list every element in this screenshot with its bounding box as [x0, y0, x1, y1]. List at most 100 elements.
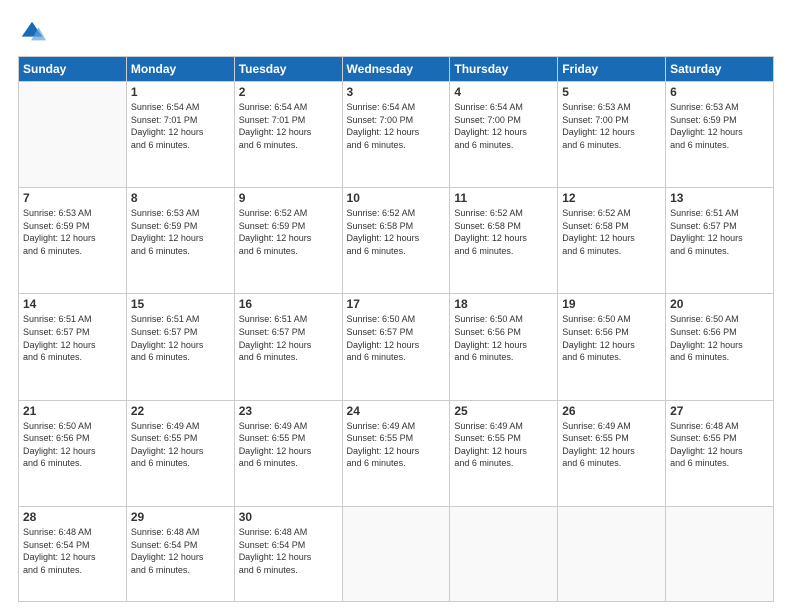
day-info: Sunrise: 6:54 AM Sunset: 7:01 PM Dayligh… — [131, 101, 230, 151]
day-info: Sunrise: 6:53 AM Sunset: 6:59 PM Dayligh… — [23, 207, 122, 257]
calendar-cell: 11 Sunrise: 6:52 AM Sunset: 6:58 PM Dayli… — [450, 188, 558, 294]
calendar-cell: 14 Sunrise: 6:51 AM Sunset: 6:57 PM Dayli… — [19, 294, 127, 400]
calendar-cell: 16Sunrise: 6:51 AM Sunset: 6:57 PM Dayli… — [234, 294, 342, 400]
calendar-cell: 18Sunrise: 6:50 AM Sunset: 6:56 PM Dayli… — [450, 294, 558, 400]
day-number: 27 — [670, 404, 769, 418]
day-number: 8 — [131, 191, 230, 205]
day-info: Sunrise: 6:52 AM Sunset: 6:58 PM Dayligh… — [347, 207, 446, 257]
day-number: 4 — [454, 85, 553, 99]
calendar-cell: 19 Sunrise: 6:50 AM Sunset: 6:56 PM Dayli… — [558, 294, 666, 400]
day-number: 24 — [347, 404, 446, 418]
day-info: Sunrise: 6:50 AM Sunset: 6:56 PM Dayligh… — [23, 420, 122, 470]
day-number: 18 — [454, 297, 553, 311]
day-number: 20 — [670, 297, 769, 311]
calendar-cell — [450, 506, 558, 601]
day-number: 14 — [23, 297, 122, 311]
day-number: 22 — [131, 404, 230, 418]
day-number: 13 — [670, 191, 769, 205]
day-number: 28 — [23, 510, 122, 524]
calendar-table: SundayMondayTuesdayWednesdayThursdayFrid… — [18, 56, 774, 602]
day-number: 30 — [239, 510, 338, 524]
day-number: 6 — [670, 85, 769, 99]
day-info: Sunrise: 6:52 AM Sunset: 6:59 PM Dayligh… — [239, 207, 338, 257]
calendar-cell: 30 Sunrise: 6:48 AM Sunset: 6:54 PM Dayli… — [234, 506, 342, 601]
header — [18, 18, 774, 46]
calendar-cell: 5Sunrise: 6:53 AM Sunset: 7:00 PM Daylig… — [558, 82, 666, 188]
day-info: Sunrise: 6:54 AM Sunset: 7:01 PM Dayligh… — [239, 101, 338, 151]
calendar-week-5: 28 Sunrise: 6:48 AM Sunset: 6:54 PM Dayli… — [19, 506, 774, 601]
calendar-cell — [19, 82, 127, 188]
day-info: Sunrise: 6:53 AM Sunset: 6:59 PM Dayligh… — [670, 101, 769, 151]
day-info: Sunrise: 6:49 AM Sunset: 6:55 PM Dayligh… — [239, 420, 338, 470]
day-info: Sunrise: 6:50 AM Sunset: 6:56 PM Dayligh… — [562, 313, 661, 363]
calendar-cell: 20 Sunrise: 6:50 AM Sunset: 6:56 PM Dayli… — [666, 294, 774, 400]
day-header-monday: Monday — [126, 57, 234, 82]
calendar-cell: 6 Sunrise: 6:53 AM Sunset: 6:59 PM Daylig… — [666, 82, 774, 188]
calendar-cell: 23 Sunrise: 6:49 AM Sunset: 6:55 PM Dayli… — [234, 400, 342, 506]
calendar-cell: 9 Sunrise: 6:52 AM Sunset: 6:59 PM Daylig… — [234, 188, 342, 294]
day-info: Sunrise: 6:50 AM Sunset: 6:56 PM Dayligh… — [670, 313, 769, 363]
day-number: 25 — [454, 404, 553, 418]
calendar-cell: 17 Sunrise: 6:50 AM Sunset: 6:57 PM Dayli… — [342, 294, 450, 400]
calendar-cell: 10 Sunrise: 6:52 AM Sunset: 6:58 PM Dayli… — [342, 188, 450, 294]
page: SundayMondayTuesdayWednesdayThursdayFrid… — [0, 0, 792, 612]
calendar-cell: 25 Sunrise: 6:49 AM Sunset: 6:55 PM Dayli… — [450, 400, 558, 506]
calendar-cell: 4 Sunrise: 6:54 AM Sunset: 7:00 PM Daylig… — [450, 82, 558, 188]
calendar-cell: 3 Sunrise: 6:54 AM Sunset: 7:00 PM Daylig… — [342, 82, 450, 188]
day-number: 26 — [562, 404, 661, 418]
day-header-sunday: Sunday — [19, 57, 127, 82]
logo — [18, 18, 50, 46]
day-info: Sunrise: 6:53 AM Sunset: 7:00 PM Dayligh… — [562, 101, 661, 151]
day-header-tuesday: Tuesday — [234, 57, 342, 82]
day-number: 15 — [131, 297, 230, 311]
calendar-cell: 1 Sunrise: 6:54 AM Sunset: 7:01 PM Daylig… — [126, 82, 234, 188]
calendar-cell: 29 Sunrise: 6:48 AM Sunset: 6:54 PM Dayli… — [126, 506, 234, 601]
day-number: 12 — [562, 191, 661, 205]
day-header-saturday: Saturday — [666, 57, 774, 82]
day-number: 2 — [239, 85, 338, 99]
calendar-cell: 13 Sunrise: 6:51 AM Sunset: 6:57 PM Dayli… — [666, 188, 774, 294]
calendar-cell: 26 Sunrise: 6:49 AM Sunset: 6:55 PM Dayli… — [558, 400, 666, 506]
day-info: Sunrise: 6:49 AM Sunset: 6:55 PM Dayligh… — [131, 420, 230, 470]
day-info: Sunrise: 6:50 AM Sunset: 6:57 PM Dayligh… — [347, 313, 446, 363]
day-info: Sunrise: 6:48 AM Sunset: 6:54 PM Dayligh… — [131, 526, 230, 576]
day-info: Sunrise: 6:48 AM Sunset: 6:55 PM Dayligh… — [670, 420, 769, 470]
day-info: Sunrise: 6:54 AM Sunset: 7:00 PM Dayligh… — [454, 101, 553, 151]
day-info: Sunrise: 6:52 AM Sunset: 6:58 PM Dayligh… — [562, 207, 661, 257]
day-header-wednesday: Wednesday — [342, 57, 450, 82]
day-header-friday: Friday — [558, 57, 666, 82]
calendar-cell: 28Sunrise: 6:48 AM Sunset: 6:54 PM Dayli… — [19, 506, 127, 601]
day-info: Sunrise: 6:52 AM Sunset: 6:58 PM Dayligh… — [454, 207, 553, 257]
day-number: 23 — [239, 404, 338, 418]
calendar-cell — [342, 506, 450, 601]
day-number: 10 — [347, 191, 446, 205]
calendar-week-1: 1 Sunrise: 6:54 AM Sunset: 7:01 PM Daylig… — [19, 82, 774, 188]
day-info: Sunrise: 6:51 AM Sunset: 6:57 PM Dayligh… — [670, 207, 769, 257]
day-number: 1 — [131, 85, 230, 99]
calendar-cell: 21 Sunrise: 6:50 AM Sunset: 6:56 PM Dayli… — [19, 400, 127, 506]
day-info: Sunrise: 6:53 AM Sunset: 6:59 PM Dayligh… — [131, 207, 230, 257]
calendar-cell: 2 Sunrise: 6:54 AM Sunset: 7:01 PM Daylig… — [234, 82, 342, 188]
calendar-cell: 22 Sunrise: 6:49 AM Sunset: 6:55 PM Dayli… — [126, 400, 234, 506]
day-info: Sunrise: 6:49 AM Sunset: 6:55 PM Dayligh… — [347, 420, 446, 470]
day-number: 11 — [454, 191, 553, 205]
day-info: Sunrise: 6:51 AM Sunset: 6:57 PM Dayligh… — [23, 313, 122, 363]
day-number: 9 — [239, 191, 338, 205]
calendar-week-4: 21 Sunrise: 6:50 AM Sunset: 6:56 PM Dayli… — [19, 400, 774, 506]
day-number: 21 — [23, 404, 122, 418]
day-info: Sunrise: 6:54 AM Sunset: 7:00 PM Dayligh… — [347, 101, 446, 151]
day-number: 3 — [347, 85, 446, 99]
day-number: 17 — [347, 297, 446, 311]
day-info: Sunrise: 6:49 AM Sunset: 6:55 PM Dayligh… — [454, 420, 553, 470]
calendar-cell — [666, 506, 774, 601]
calendar-cell: 27 Sunrise: 6:48 AM Sunset: 6:55 PM Dayli… — [666, 400, 774, 506]
day-number: 29 — [131, 510, 230, 524]
calendar-cell: 24 Sunrise: 6:49 AM Sunset: 6:55 PM Dayli… — [342, 400, 450, 506]
day-info: Sunrise: 6:48 AM Sunset: 6:54 PM Dayligh… — [239, 526, 338, 576]
calendar-cell: 7Sunrise: 6:53 AM Sunset: 6:59 PM Daylig… — [19, 188, 127, 294]
day-info: Sunrise: 6:51 AM Sunset: 6:57 PM Dayligh… — [239, 313, 338, 363]
calendar-cell — [558, 506, 666, 601]
calendar-week-2: 7Sunrise: 6:53 AM Sunset: 6:59 PM Daylig… — [19, 188, 774, 294]
day-info: Sunrise: 6:49 AM Sunset: 6:55 PM Dayligh… — [562, 420, 661, 470]
day-number: 19 — [562, 297, 661, 311]
